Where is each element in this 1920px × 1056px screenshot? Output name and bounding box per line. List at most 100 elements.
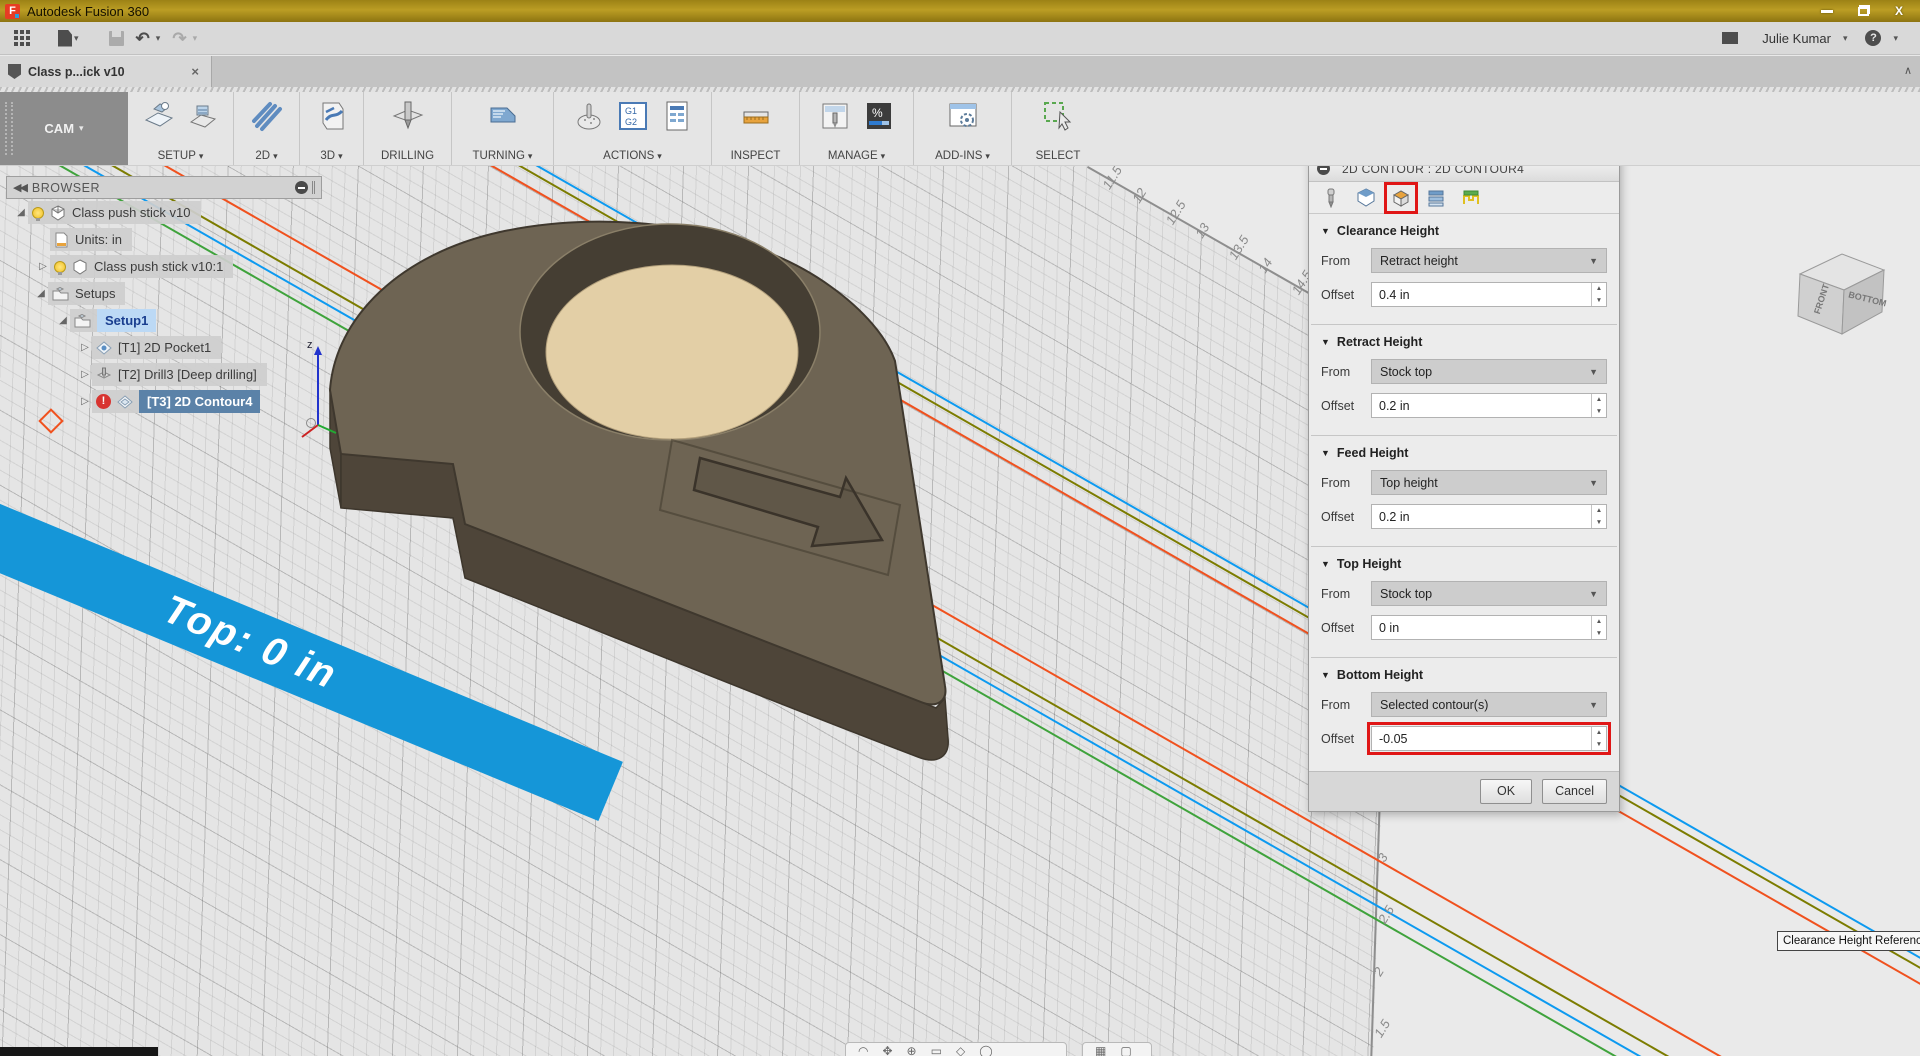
save-icon[interactable] [108,30,124,46]
navigation-toolbar[interactable]: ◠ ✥ ⊕ ▭ ◇ ◯ [845,1042,1067,1056]
display-settings-icon[interactable]: ▦ [1095,1045,1106,1056]
offset-spinner[interactable]: ▲ ▼ [1591,727,1606,750]
clearance-offset-input[interactable]: ▲▼ [1371,282,1607,307]
bottom-from-dropdown[interactable]: Selected contour(s) ▼ [1371,692,1607,717]
push-stick-model[interactable]: z [295,206,995,806]
redo-icon[interactable]: ↷ [172,30,186,47]
help-caret[interactable]: ▾ [1893,33,1898,44]
section-header[interactable]: ▼ Clearance Height [1321,224,1607,238]
retract-from-dropdown[interactable]: Stock top ▼ [1371,359,1607,384]
section-header[interactable]: ▼ Bottom Height [1321,668,1607,682]
ribbon-setup-button[interactable]: SETUP ▾ [158,150,204,162]
offset-spinner[interactable]: ▲ ▼ [1591,616,1606,639]
undo-icon[interactable]: ↶ [136,30,150,47]
close-button[interactable]: X [1884,3,1914,19]
collapse-triangle-icon[interactable]: ▷ [78,396,92,407]
offset-spinner[interactable]: ▲ ▼ [1591,283,1606,306]
feed-offset-input[interactable]: ▲▼ [1371,504,1607,529]
tab-linking-icon[interactable] [1457,185,1485,211]
view-cube[interactable] [1788,242,1892,340]
top-offset-input[interactable]: ▲▼ [1371,615,1607,640]
visibility-bulb-icon[interactable] [54,260,66,275]
g1g2-nc-code-icon[interactable]: G1 G2 [614,97,652,135]
offset-spinner[interactable]: ▲ ▼ [1591,505,1606,528]
retract-offset-input[interactable]: ▲▼ [1371,393,1607,418]
tab-tool-icon[interactable] [1317,185,1345,211]
2d-milling-icon[interactable] [248,97,286,135]
browser-header[interactable]: ◀◀ BROWSER [6,176,322,199]
feed-from-dropdown[interactable]: Top height ▼ [1371,470,1607,495]
addins-icon[interactable] [944,97,982,135]
redo-caret[interactable]: ▾ [193,33,198,44]
visibility-bulb-icon[interactable] [32,206,44,221]
ribbon-2d-button[interactable]: 2D ▾ [255,150,277,162]
ribbon-manage-button[interactable]: MANAGE ▾ [828,150,885,162]
orbit-constrained-icon[interactable]: ◯ [979,1045,992,1056]
restore-button[interactable] [1848,3,1878,19]
comments-icon[interactable] [1722,32,1739,44]
expand-triangle-icon[interactable]: ◢ [14,207,28,218]
help-icon[interactable]: ? [1865,30,1882,46]
look-at-icon[interactable]: ◇ [956,1045,965,1056]
workspace-switcher[interactable]: CAM ▾ [0,92,128,165]
section-header[interactable]: ▼ Top Height [1321,557,1607,571]
minimize-button[interactable] [1812,3,1842,19]
browser-collapse-icon[interactable]: ◀◀ [13,181,28,194]
user-menu[interactable]: Julie Kumar [1762,31,1831,46]
turning-icon[interactable] [484,97,522,135]
browser-display-toggle-icon[interactable] [295,181,308,194]
file-menu-caret[interactable]: ▾ [74,33,79,44]
3d-milling-icon[interactable] [313,97,351,135]
ribbon-addins-button[interactable]: ADD-INS ▾ [935,150,990,162]
bottom-offset-input-highlighted[interactable]: ▲▼ [1367,722,1611,755]
tab-passes-icon[interactable] [1422,185,1450,211]
tab-close-icon[interactable]: × [187,64,203,79]
measure-ruler-icon[interactable] [737,97,775,135]
post-process-icon[interactable] [570,97,608,135]
expand-triangle-icon[interactable]: ◢ [56,315,70,326]
ribbon-inspect-button[interactable]: INSPECT [731,150,781,162]
ok-button[interactable]: OK [1480,779,1533,804]
ribbon-turning-button[interactable]: TURNING ▾ [473,150,533,162]
grid-settings-icon[interactable]: ▢ [1120,1045,1131,1056]
clearance-from-dropdown[interactable]: Retract height ▼ [1371,248,1607,273]
new-setup-icon[interactable] [140,97,178,135]
ribbon-select-button[interactable]: SELECT [1036,150,1081,162]
expand-triangle-icon[interactable]: ◢ [34,288,48,299]
pan-icon[interactable]: ✥ [882,1045,892,1056]
section-header[interactable]: ▼ Feed Height [1321,446,1607,460]
collapse-triangle-icon[interactable]: ▷ [78,369,92,380]
tree-item-root-component[interactable]: ◢ Class push stick v10 [6,199,322,226]
new-folder-icon[interactable] [184,97,222,135]
cancel-button[interactable]: Cancel [1542,779,1607,804]
user-menu-caret[interactable]: ▾ [1843,33,1848,44]
offset-spinner[interactable]: ▲ ▼ [1591,394,1606,417]
section-header[interactable]: ▼ Retract Height [1321,335,1607,349]
tree-item-component-instance[interactable]: ▷ Class push stick v10:1 [6,253,322,280]
undo-caret[interactable]: ▾ [156,33,161,44]
zoom-icon[interactable]: ⊕ [907,1045,917,1056]
tree-item-drill3[interactable]: ▷ [T2] Drill3 [Deep drilling] [6,361,322,388]
drilling-icon[interactable] [389,97,427,135]
browser-resize-grip[interactable] [312,181,315,194]
file-menu-icon[interactable] [58,29,72,47]
ribbon-drilling-button[interactable]: DRILLING [381,150,434,162]
ribbon-3d-button[interactable]: 3D ▾ [320,150,342,162]
tree-item-2d-pocket1[interactable]: ▷ [T1] 2D Pocket1 [6,334,322,361]
tab-heights-icon[interactable] [1384,181,1418,214]
toolbar-collapse-chevron[interactable]: ∧ [1904,64,1912,77]
document-tab[interactable]: Class p...ick v10 × [0,56,212,87]
tree-item-units[interactable]: Units: in [6,226,322,253]
tree-item-setups-folder[interactable]: ◢ Setups [6,280,322,307]
ribbon-actions-button[interactable]: ACTIONS ▾ [603,150,662,162]
select-cursor-icon[interactable] [1039,97,1077,135]
app-grid-icon[interactable] [14,30,30,46]
tab-geometry-icon[interactable] [1352,185,1380,211]
fit-icon[interactable]: ▭ [931,1045,942,1056]
setup-sheet-icon[interactable] [658,97,696,135]
tool-library-icon[interactable] [816,97,854,135]
orbit-icon[interactable]: ◠ [858,1045,868,1056]
tree-item-2d-contour4[interactable]: ▷ ! [T3] 2D Contour4 [6,388,322,415]
collapse-triangle-icon[interactable]: ▷ [36,261,50,272]
top-from-dropdown[interactable]: Stock top ▼ [1371,581,1607,606]
